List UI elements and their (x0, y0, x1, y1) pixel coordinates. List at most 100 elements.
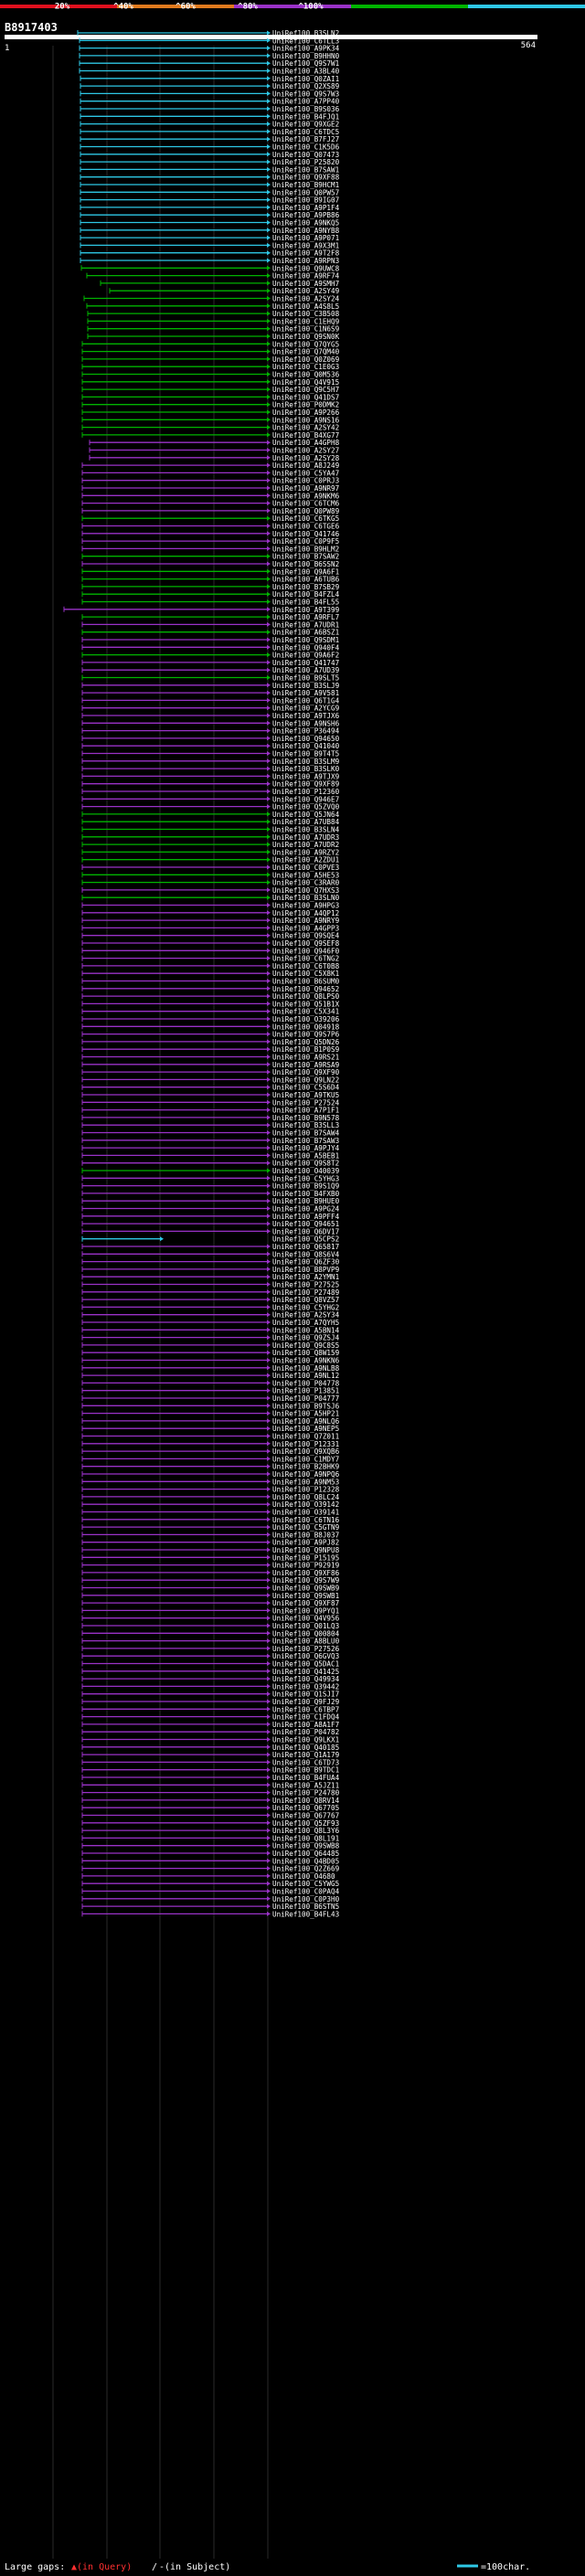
hit-end-arrow (267, 1055, 271, 1059)
scale-segment (351, 5, 468, 8)
hit-end-arrow (267, 1585, 271, 1590)
hit-end-arrow (267, 1327, 271, 1332)
hit-end-arrow (267, 1669, 271, 1674)
hit-end-arrow (267, 349, 271, 355)
hit-end-arrow (267, 1903, 271, 1909)
hit-end-arrow (267, 485, 271, 491)
hit-end-arrow (267, 986, 271, 991)
hit-end-arrow (267, 265, 271, 270)
hit-end-arrow (267, 1115, 271, 1120)
hit-end-arrow (267, 113, 271, 119)
scale-100-char-label: =100char. (481, 2562, 530, 2572)
hit-end-arrow (267, 1896, 271, 1902)
query-end: 564 (521, 41, 536, 50)
hit-end-arrow (267, 1646, 271, 1651)
hit-end-arrow (267, 970, 271, 976)
hit-end-arrow (267, 46, 271, 51)
hit-end-arrow (267, 1009, 271, 1014)
hit-end-arrow (267, 1866, 271, 1871)
hit-end-arrow (267, 789, 271, 794)
hit-end-arrow (267, 1638, 271, 1644)
hit-end-arrow (267, 273, 271, 279)
hit-end-arrow (267, 1532, 271, 1537)
hit-end-arrow (267, 1244, 271, 1249)
hit-end-arrow (267, 1032, 271, 1037)
hit-end-arrow (267, 296, 271, 301)
hit-end-arrow (267, 508, 271, 514)
hit-end-arrow (267, 394, 271, 399)
gap-in-query-legend: ▲(in Query) (71, 2562, 132, 2572)
hit-end-arrow (267, 1653, 271, 1659)
hit-end-arrow (267, 1607, 271, 1613)
hit-end-arrow (267, 402, 271, 408)
hit-end-arrow (267, 1835, 271, 1840)
hit-end-arrow (267, 455, 271, 461)
hit-end-arrow (267, 1775, 271, 1780)
hit-end-arrow (267, 1683, 271, 1689)
hit-end-arrow (267, 895, 271, 900)
hit-end-arrow (267, 683, 271, 688)
query-sequence-bar (5, 35, 537, 39)
hit-end-arrow (267, 1092, 271, 1097)
hit-end-arrow (267, 1426, 271, 1431)
hit-end-arrow (267, 1418, 271, 1424)
hit-end-arrow (267, 1304, 271, 1309)
identity-color-scale-bar (0, 5, 585, 8)
hit-end-arrow (267, 1456, 271, 1461)
scale-tick-label: ^60% (176, 3, 196, 12)
hit-end-arrow (267, 1297, 271, 1302)
hit-end-arrow (267, 1843, 271, 1849)
hit-end-arrow (267, 1130, 271, 1135)
hit-end-arrow (267, 933, 271, 938)
hit-end-arrow (267, 834, 271, 840)
hit-end-arrow (267, 1108, 271, 1113)
hit-end-arrow (267, 197, 271, 203)
hit-end-arrow (267, 690, 271, 695)
hit-end-arrow (267, 1365, 271, 1371)
hit-end-arrow (267, 577, 271, 582)
hit-end-arrow (267, 189, 271, 195)
hit-label[interactable]: UniRef100_B4FL43 (272, 1910, 339, 1918)
hit-end-arrow (267, 531, 271, 536)
hit-end-arrow (267, 667, 271, 673)
hit-end-arrow (267, 1805, 271, 1810)
hit-end-arrow (267, 880, 271, 885)
hit-end-arrow (267, 1099, 271, 1105)
hit-end-arrow (267, 963, 271, 969)
hit-end-arrow (267, 69, 271, 73)
hit-end-arrow (267, 864, 271, 870)
hit-end-arrow (267, 887, 271, 893)
hit-end-arrow (267, 1487, 271, 1492)
hit-end-arrow (267, 1464, 271, 1469)
hit-end-arrow (267, 493, 271, 498)
hit-end-arrow (267, 1494, 271, 1500)
hit-end-arrow (267, 697, 271, 703)
hit-end-arrow (267, 591, 271, 597)
hit-end-arrow (267, 220, 271, 225)
hit-end-arrow (267, 607, 271, 612)
hit-end-arrow (267, 90, 271, 96)
hit-end-arrow (267, 409, 271, 415)
hit-end-arrow (267, 1510, 271, 1514)
hit-end-arrow (267, 1752, 271, 1757)
hit-end-arrow (267, 857, 271, 863)
hit-end-arrow (267, 1661, 271, 1666)
hit-end-arrow (267, 1737, 271, 1742)
hit-end-arrow (267, 1214, 271, 1219)
hit-end-arrow (267, 1570, 271, 1575)
hit-end-arrow (267, 1191, 271, 1196)
hit-end-arrow (267, 538, 271, 544)
hit-end-arrow (267, 1312, 271, 1318)
hit-end-arrow (267, 288, 271, 293)
hit-end-arrow (267, 136, 271, 142)
hit-end-arrow (267, 1554, 271, 1560)
hit-end-arrow (267, 1076, 271, 1082)
hit-end-arrow (267, 1069, 271, 1075)
hit-end-arrow (267, 311, 271, 316)
hit-end-arrow (267, 1267, 271, 1272)
hit-end-arrow (267, 281, 271, 286)
hit-end-arrow (267, 720, 271, 726)
legend: Large gaps: ▲(in Query) / -(in Subject) … (5, 2562, 530, 2572)
hit-end-arrow (267, 1335, 271, 1341)
hit-end-arrow (267, 644, 271, 650)
